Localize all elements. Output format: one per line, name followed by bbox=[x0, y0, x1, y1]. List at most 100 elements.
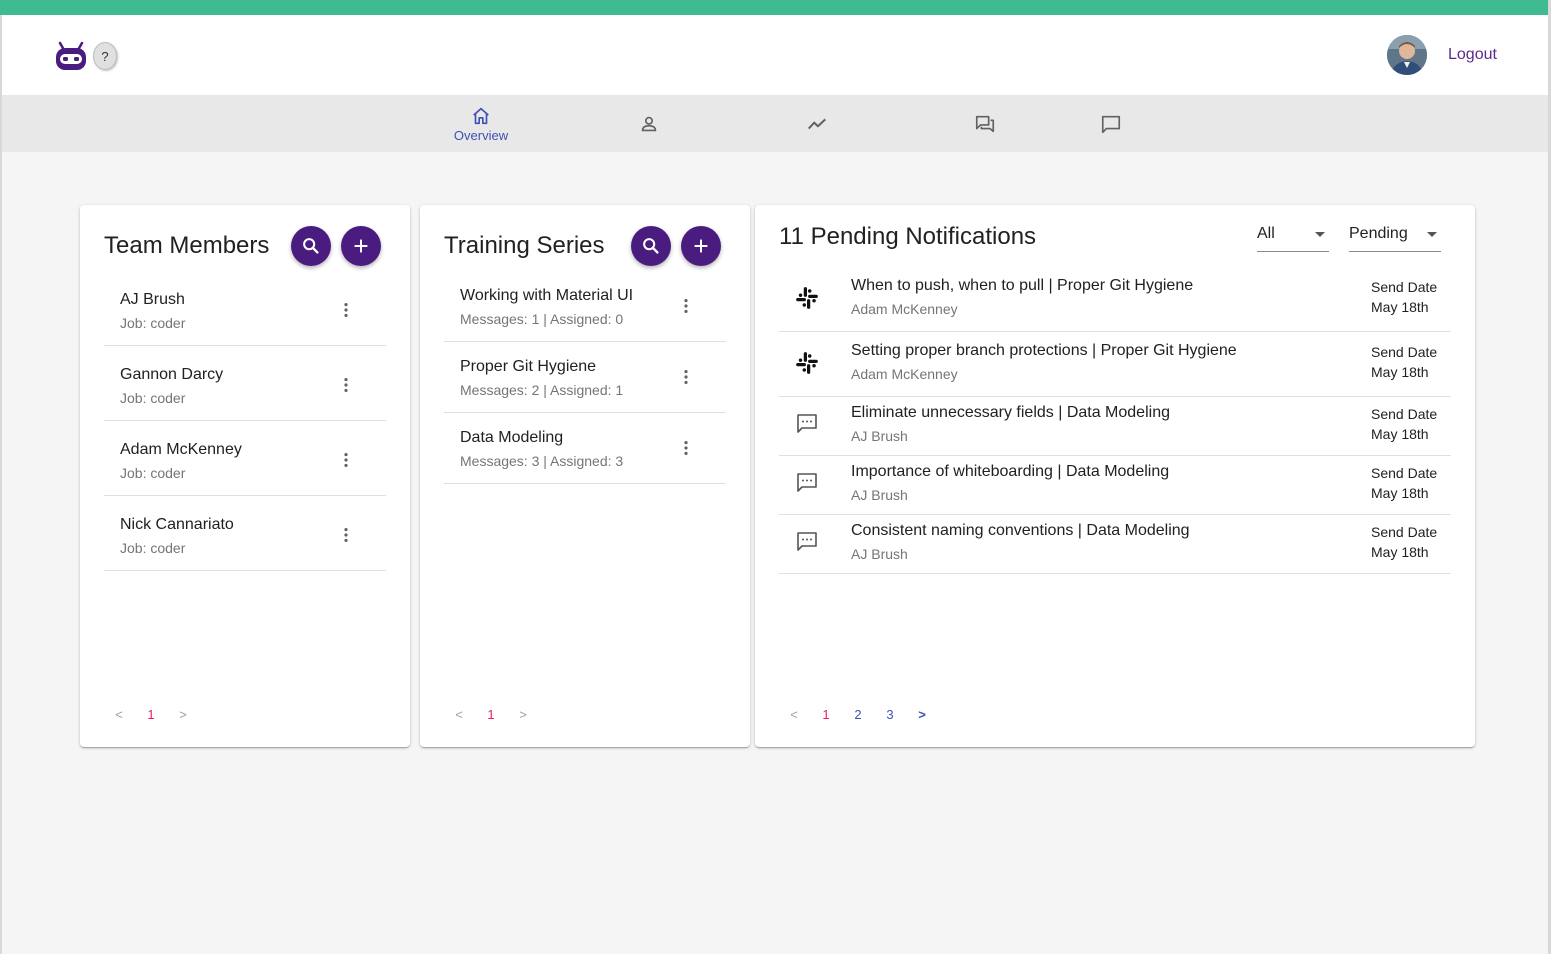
add-member-button[interactable] bbox=[341, 226, 381, 266]
pager-page-2[interactable]: 2 bbox=[842, 707, 874, 722]
list-item[interactable]: Working with Material UI Messages: 1 | A… bbox=[444, 271, 726, 342]
nav-tab-overview-label: Overview bbox=[453, 127, 509, 143]
notification-status-value: Pending bbox=[1349, 225, 1408, 242]
team-members-title: Team Members bbox=[104, 232, 270, 259]
plus-icon bbox=[354, 239, 368, 253]
pager-page-1[interactable]: 1 bbox=[810, 707, 842, 722]
send-date-value: May 18th bbox=[1371, 544, 1429, 560]
notifications-card: 11 Pending Notifications All Pending Whe… bbox=[755, 205, 1475, 747]
member-menu-button[interactable] bbox=[334, 448, 358, 472]
notification-type-value: All bbox=[1257, 225, 1275, 242]
series-menu-button[interactable] bbox=[674, 436, 698, 460]
add-series-button[interactable] bbox=[681, 226, 721, 266]
nav-tab-analytics[interactable] bbox=[777, 95, 857, 152]
sms-icon bbox=[792, 467, 822, 497]
pager-page-1[interactable]: 1 bbox=[135, 707, 167, 722]
search-icon bbox=[303, 238, 319, 254]
more-vert-icon bbox=[684, 299, 688, 313]
member-name: Gannon Darcy bbox=[120, 366, 224, 383]
series-meta: Messages: 1 | Assigned: 0 bbox=[460, 311, 624, 327]
list-item[interactable]: AJ Brush Job: coder bbox=[104, 275, 386, 346]
notification-status-select[interactable]: Pending bbox=[1349, 223, 1441, 252]
training-series-card: Training Series Working with Material UI… bbox=[420, 205, 750, 747]
member-job: Job: coder bbox=[120, 540, 186, 556]
pager-prev[interactable]: < bbox=[103, 707, 135, 722]
pager-next[interactable]: > bbox=[906, 707, 938, 722]
nav-tab-messages[interactable] bbox=[1071, 95, 1151, 152]
chevron-down-icon bbox=[1315, 232, 1325, 237]
logout-link[interactable]: Logout bbox=[1448, 46, 1497, 64]
team-members-card: Team Members AJ Brush Job: coder Gannon … bbox=[80, 205, 410, 747]
notification-author: Adam McKenney bbox=[851, 366, 958, 382]
avatar[interactable] bbox=[1387, 35, 1427, 75]
notification-title: Importance of whiteboarding | Data Model… bbox=[851, 463, 1170, 480]
search-icon bbox=[643, 238, 659, 254]
series-meta: Messages: 3 | Assigned: 3 bbox=[460, 453, 624, 469]
list-item[interactable]: Nick Cannariato Job: coder bbox=[104, 500, 386, 571]
pager-page-1[interactable]: 1 bbox=[475, 707, 507, 722]
pager-next[interactable]: > bbox=[507, 707, 539, 722]
nav-tab-forum[interactable] bbox=[945, 95, 1025, 152]
app-header: ? Logout bbox=[2, 15, 1549, 95]
more-vert-icon bbox=[684, 370, 688, 384]
notification-author: AJ Brush bbox=[851, 487, 908, 503]
send-date-label: Send Date bbox=[1371, 406, 1438, 422]
more-vert-icon bbox=[344, 378, 348, 392]
notification-title: When to push, when to pull | Proper Git … bbox=[851, 277, 1194, 294]
notification-title: Consistent naming conventions | Data Mod… bbox=[851, 522, 1190, 539]
notification-item[interactable]: Consistent naming conventions | Data Mod… bbox=[779, 515, 1451, 574]
member-menu-button[interactable] bbox=[334, 523, 358, 547]
send-date-label: Send Date bbox=[1371, 465, 1438, 481]
notification-item[interactable]: Setting proper branch protections | Prop… bbox=[779, 332, 1451, 397]
list-item[interactable]: Proper Git Hygiene Messages: 2 | Assigne… bbox=[444, 342, 726, 413]
notification-author: AJ Brush bbox=[851, 428, 908, 444]
send-date-label: Send Date bbox=[1371, 524, 1438, 540]
list-item[interactable]: Gannon Darcy Job: coder bbox=[104, 350, 386, 421]
home-icon bbox=[473, 107, 489, 124]
notification-title: Eliminate unnecessary fields | Data Mode… bbox=[851, 404, 1170, 421]
more-vert-icon bbox=[344, 528, 348, 542]
member-job: Job: coder bbox=[120, 315, 186, 331]
main-nav: Overview bbox=[2, 95, 1549, 152]
pager-page-3[interactable]: 3 bbox=[874, 707, 906, 722]
notification-type-select[interactable]: All bbox=[1257, 223, 1329, 252]
list-item[interactable]: Data Modeling Messages: 3 | Assigned: 3 bbox=[444, 413, 726, 484]
help-button[interactable]: ? bbox=[93, 42, 117, 70]
member-menu-button[interactable] bbox=[334, 373, 358, 397]
send-date-value: May 18th bbox=[1371, 426, 1429, 442]
plus-icon bbox=[694, 239, 708, 253]
series-menu-button[interactable] bbox=[674, 294, 698, 318]
member-job: Job: coder bbox=[120, 465, 186, 481]
trending-icon bbox=[808, 118, 826, 129]
series-name: Data Modeling bbox=[460, 429, 564, 446]
person-icon bbox=[641, 116, 657, 131]
notifications-title: 11 Pending Notifications bbox=[779, 223, 1037, 250]
send-date-value: May 18th bbox=[1371, 364, 1429, 380]
sms-icon bbox=[792, 526, 822, 556]
series-name: Proper Git Hygiene bbox=[460, 358, 597, 375]
notification-item[interactable]: Eliminate unnecessary fields | Data Mode… bbox=[779, 397, 1451, 456]
robot-logo-icon[interactable] bbox=[54, 41, 88, 71]
notification-item[interactable]: When to push, when to pull | Proper Git … bbox=[779, 267, 1451, 332]
sms-icon bbox=[792, 408, 822, 438]
nav-tab-overview[interactable]: Overview bbox=[441, 95, 521, 152]
more-vert-icon bbox=[684, 441, 688, 455]
slack-icon bbox=[792, 283, 822, 313]
chat-bubble-icon bbox=[1101, 115, 1121, 133]
pager-prev[interactable]: < bbox=[443, 707, 475, 722]
notifications-pager: < 1 2 3 > bbox=[778, 707, 938, 722]
notification-author: Adam McKenney bbox=[851, 301, 958, 317]
send-date-label: Send Date bbox=[1371, 344, 1438, 360]
search-members-button[interactable] bbox=[291, 226, 331, 266]
series-name: Working with Material UI bbox=[460, 287, 634, 304]
send-date-value: May 18th bbox=[1371, 299, 1429, 315]
notification-item[interactable]: Importance of whiteboarding | Data Model… bbox=[779, 456, 1451, 515]
list-item[interactable]: Adam McKenney Job: coder bbox=[104, 425, 386, 496]
nav-tab-people[interactable] bbox=[609, 95, 689, 152]
pager-prev[interactable]: < bbox=[778, 707, 810, 722]
series-menu-button[interactable] bbox=[674, 365, 698, 389]
member-menu-button[interactable] bbox=[334, 298, 358, 322]
pager-next[interactable]: > bbox=[167, 707, 199, 722]
search-series-button[interactable] bbox=[631, 226, 671, 266]
chevron-down-icon bbox=[1427, 232, 1437, 237]
